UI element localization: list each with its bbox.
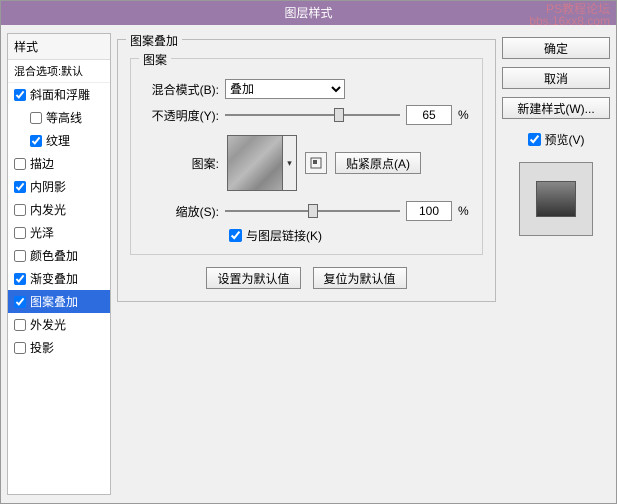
style-item-8[interactable]: 渐变叠加 (8, 267, 110, 290)
style-checkbox-7[interactable] (14, 250, 26, 262)
opacity-pct: % (458, 108, 472, 122)
style-checkbox-1[interactable] (30, 112, 42, 124)
style-item-2[interactable]: 纹理 (8, 129, 110, 152)
opacity-input[interactable] (406, 105, 452, 125)
blend-options-row[interactable]: 混合选项:默认 (8, 60, 110, 83)
styles-list: 斜面和浮雕等高线纹理描边内阴影内发光光泽颜色叠加渐变叠加图案叠加外发光投影 (8, 83, 110, 359)
style-checkbox-9[interactable] (14, 296, 26, 308)
pattern-inner-group: 图案 混合模式(B): 叠加 不透明度(Y): (130, 58, 483, 255)
defaults-button-row: 设置为默认值 复位为默认值 (130, 267, 483, 289)
scale-label: 缩放(S): (141, 203, 219, 220)
style-label: 内阴影 (30, 178, 66, 195)
style-label: 光泽 (30, 224, 54, 241)
opacity-row: 不透明度(Y): % (141, 105, 472, 125)
layer-style-dialog: 图层样式 PS教程论坛 bbs.16xx8.com 样式 混合选项:默认 斜面和… (0, 0, 617, 504)
group-legend: 图案叠加 (126, 32, 182, 49)
style-item-9[interactable]: 图案叠加 (8, 290, 110, 313)
opacity-label: 不透明度(Y): (141, 107, 219, 124)
style-checkbox-5[interactable] (14, 204, 26, 216)
new-style-button[interactable]: 新建样式(W)... (502, 97, 610, 119)
pattern-overlay-group: 图案叠加 图案 混合模式(B): 叠加 不透明度(Y): (117, 39, 496, 302)
opacity-slider-thumb[interactable] (334, 108, 344, 122)
new-pattern-button[interactable] (305, 152, 327, 174)
titlebar: 图层样式 (1, 1, 616, 25)
pattern-thumbnail[interactable] (227, 135, 283, 191)
style-label: 外发光 (30, 316, 66, 333)
link-layer-checkbox[interactable] (229, 229, 242, 242)
style-item-11[interactable]: 投影 (8, 336, 110, 359)
style-label: 渐变叠加 (30, 270, 78, 287)
styles-panel: 样式 混合选项:默认 斜面和浮雕等高线纹理描边内阴影内发光光泽颜色叠加渐变叠加图… (7, 33, 111, 495)
inner-legend: 图案 (139, 51, 171, 68)
styles-header[interactable]: 样式 (8, 34, 110, 60)
pattern-label: 图案: (171, 155, 219, 172)
reset-default-button[interactable]: 复位为默认值 (313, 267, 407, 289)
content-area: 样式 混合选项:默认 斜面和浮雕等高线纹理描边内阴影内发光光泽颜色叠加渐变叠加图… (1, 25, 616, 503)
style-checkbox-8[interactable] (14, 273, 26, 285)
preview-label[interactable]: 预览(V) (545, 131, 585, 148)
style-label: 内发光 (30, 201, 66, 218)
preview-inner (536, 181, 576, 217)
cancel-button[interactable]: 取消 (502, 67, 610, 89)
style-label: 描边 (30, 155, 54, 172)
style-checkbox-4[interactable] (14, 181, 26, 193)
scale-pct: % (458, 204, 472, 218)
link-layer-label[interactable]: 与图层链接(K) (246, 227, 322, 244)
style-item-5[interactable]: 内发光 (8, 198, 110, 221)
style-item-3[interactable]: 描边 (8, 152, 110, 175)
scale-input[interactable] (406, 201, 452, 221)
style-checkbox-0[interactable] (14, 89, 26, 101)
style-checkbox-6[interactable] (14, 227, 26, 239)
style-item-10[interactable]: 外发光 (8, 313, 110, 336)
blend-mode-select[interactable]: 叠加 (225, 79, 345, 99)
link-layer-row: 与图层链接(K) (229, 227, 472, 244)
blend-mode-row: 混合模式(B): 叠加 (141, 79, 472, 99)
preview-row: 预览(V) (502, 131, 610, 148)
pattern-dropdown-icon[interactable] (283, 135, 297, 191)
style-checkbox-3[interactable] (14, 158, 26, 170)
ok-button[interactable]: 确定 (502, 37, 610, 59)
style-checkbox-2[interactable] (30, 135, 42, 147)
style-label: 投影 (30, 339, 54, 356)
settings-panel: 图案叠加 图案 混合模式(B): 叠加 不透明度(Y): (117, 33, 496, 495)
opacity-slider[interactable] (225, 106, 400, 124)
right-panel: 确定 取消 新建样式(W)... 预览(V) (502, 33, 610, 495)
blend-mode-label: 混合模式(B): (141, 81, 219, 98)
style-label: 等高线 (46, 109, 82, 126)
dialog-title: 图层样式 (284, 6, 332, 20)
style-label: 颜色叠加 (30, 247, 78, 264)
style-item-0[interactable]: 斜面和浮雕 (8, 83, 110, 106)
make-default-button[interactable]: 设置为默认值 (206, 267, 300, 289)
style-item-4[interactable]: 内阴影 (8, 175, 110, 198)
scale-slider[interactable] (225, 202, 400, 220)
style-label: 图案叠加 (30, 293, 78, 310)
scale-row: 缩放(S): % (141, 201, 472, 221)
style-label: 纹理 (46, 132, 70, 149)
new-preset-icon (310, 157, 322, 169)
snap-origin-button[interactable]: 贴紧原点(A) (335, 152, 421, 174)
style-item-7[interactable]: 颜色叠加 (8, 244, 110, 267)
scale-slider-thumb[interactable] (308, 204, 318, 218)
style-item-1[interactable]: 等高线 (8, 106, 110, 129)
style-checkbox-11[interactable] (14, 342, 26, 354)
style-item-6[interactable]: 光泽 (8, 221, 110, 244)
pattern-row: 图案: 贴紧原点(A) (171, 135, 472, 191)
preview-thumbnail (519, 162, 593, 236)
preview-checkbox[interactable] (528, 133, 541, 146)
style-checkbox-10[interactable] (14, 319, 26, 331)
style-label: 斜面和浮雕 (30, 86, 90, 103)
